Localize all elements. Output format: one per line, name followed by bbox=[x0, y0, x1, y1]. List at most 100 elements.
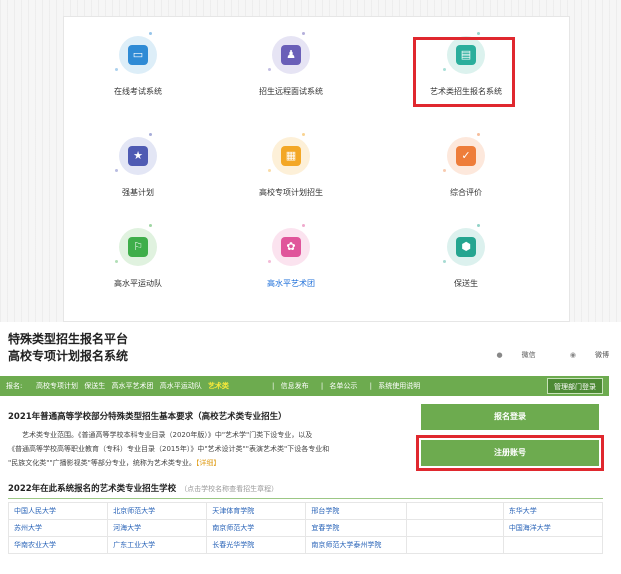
school-link[interactable]: 东华大学 bbox=[502, 502, 604, 520]
system-item-label: 招生远程面试系统 bbox=[259, 87, 323, 96]
system-item-label: 强基计划 bbox=[122, 188, 154, 197]
school-link[interactable]: 南京师范大学 bbox=[206, 519, 307, 537]
schools-divider bbox=[8, 498, 603, 499]
decor-dot bbox=[149, 224, 152, 227]
nav-links: | 信息发布 | 名单公示 | 系统使用说明 bbox=[266, 376, 424, 396]
schools-hint: （点击学校名称查看招生章程） bbox=[180, 485, 279, 493]
empty-cell bbox=[406, 519, 504, 537]
clipboard-check-icon: ✓ bbox=[443, 133, 485, 175]
table-row: 苏州大学 河海大学 南京师范大学 宜春学院 中国海洋大学 bbox=[7, 519, 604, 537]
requirements-title[interactable]: 2021年普通高等学校部分特殊类型招生基本要求（高校艺术类专业招生） bbox=[8, 410, 287, 422]
dancers-glyph: ✿ bbox=[281, 237, 301, 257]
school-link[interactable]: 中国人民大学 bbox=[7, 502, 109, 520]
school-link[interactable]: 宜春学院 bbox=[305, 519, 408, 537]
schools-title-text: 2022年在此系统报名的艺术类专业招生学校 bbox=[8, 484, 177, 494]
decor-dot bbox=[477, 32, 480, 35]
system-item-6[interactable]: ✓ 综合评价 bbox=[391, 133, 541, 217]
requirements-line3: "民族文化类""广播影视类"等部分专业，统称为艺术类专业。 bbox=[8, 459, 196, 467]
decor-dot bbox=[477, 133, 480, 136]
empty-cell bbox=[502, 536, 604, 554]
school-link[interactable]: 中国海洋大学 bbox=[502, 519, 604, 537]
nav-separator: | bbox=[272, 382, 275, 390]
interview-glyph: ♟ bbox=[281, 45, 301, 65]
school-link[interactable]: 南京师范大学泰州学院 bbox=[305, 536, 408, 554]
decor-dot bbox=[443, 169, 446, 172]
nav-separator: | bbox=[369, 382, 373, 390]
clipboard-check-glyph: ✓ bbox=[456, 146, 476, 166]
decor-dot bbox=[268, 260, 271, 263]
main-navbar: 报名: 高校专项计划 保送生 高水平艺术团 高水平运动队 艺术类 | 信息发布 … bbox=[0, 376, 609, 396]
weibo-icon: ◉ bbox=[569, 351, 576, 359]
school-link[interactable]: 北京师范大学 bbox=[107, 502, 208, 520]
badge-icon: ⬢ bbox=[443, 224, 485, 266]
system-item-label: 高水平艺术团 bbox=[267, 279, 315, 288]
shield-star-glyph: ★ bbox=[128, 146, 148, 166]
school-link[interactable]: 河海大学 bbox=[107, 519, 208, 537]
system-item-9[interactable]: ⬢ 保送生 bbox=[391, 224, 541, 308]
school-link[interactable]: 天津体育学院 bbox=[206, 502, 307, 520]
decor-dot bbox=[115, 68, 118, 71]
system-item-4[interactable]: ★ 强基计划 bbox=[63, 133, 213, 217]
apps-grid-glyph: ▦ bbox=[281, 146, 301, 166]
nav-item-baosong[interactable]: 保送生 bbox=[84, 382, 105, 390]
wechat-icon: ● bbox=[496, 351, 503, 359]
share-weibo[interactable]: ◉ 微博 bbox=[554, 351, 609, 359]
decor-dot bbox=[115, 169, 118, 172]
system-item-label: 在线考试系统 bbox=[114, 87, 162, 96]
monitor-icon: ▭ bbox=[115, 32, 157, 74]
decor-dot bbox=[149, 32, 152, 35]
share-weixin-label: 微信 bbox=[521, 351, 536, 359]
requirements-line1: 艺术类专业范围。《普通高等学校本科专业目录（2020年版）》中"艺术学"门类下设… bbox=[22, 431, 313, 439]
apps-grid-icon: ▦ bbox=[268, 133, 310, 175]
decor-dot bbox=[302, 133, 305, 136]
share-weixin[interactable]: ● 微信 bbox=[481, 351, 536, 359]
decor-dot bbox=[268, 68, 271, 71]
signup-login-button[interactable]: 报名登录 bbox=[421, 404, 599, 430]
platform-section: 特殊类型招生报名平台 高校专项计划报名系统 ● 微信 ◉ 微博 报名: 高校专项计划… bbox=[0, 322, 621, 574]
nav-link-news[interactable]: 信息发布 bbox=[281, 382, 309, 390]
schools-title: 2022年在此系统报名的艺术类专业招生学校 （点击学校名称查看招生章程） bbox=[8, 482, 278, 494]
shield-star-icon: ★ bbox=[115, 133, 157, 175]
system-item-5[interactable]: ▦ 高校专项计划招生 bbox=[216, 133, 366, 217]
platform-title-line2: 高校专项计划报名系统 bbox=[8, 349, 129, 363]
system-item-8[interactable]: ✿ 高水平艺术团 bbox=[216, 224, 366, 308]
highlight-box-art-system bbox=[413, 37, 515, 107]
nav-prefix: 报名: bbox=[6, 382, 23, 390]
system-item-label: 保送生 bbox=[454, 279, 478, 288]
decor-dot bbox=[302, 224, 305, 227]
interview-icon: ♟ bbox=[268, 32, 310, 74]
system-item-1[interactable]: ▭ 在线考试系统 bbox=[63, 32, 213, 116]
requirements-body: 艺术类专业范围。《普通高等学校本科专业目录（2020年版）》中"艺术学"门类下设… bbox=[8, 428, 398, 470]
nav-item-sports-team[interactable]: 高水平运动队 bbox=[160, 382, 202, 390]
platform-title-line1: 特殊类型招生报名平台 bbox=[8, 332, 129, 346]
nav-item-art-troupe[interactable]: 高水平艺术团 bbox=[111, 382, 153, 390]
school-link[interactable]: 苏州大学 bbox=[7, 519, 109, 537]
monitor-glyph: ▭ bbox=[128, 45, 148, 65]
dancers-icon: ✿ bbox=[268, 224, 310, 266]
schools-table: 中国人民大学 北京师范大学 天津体育学院 邢台学院 东华大学 苏州大学 河海大学 南京师范大学… bbox=[7, 502, 604, 554]
nav-item-special-plan[interactable]: 高校专项计划 bbox=[36, 382, 78, 390]
nav-register-items: 高校专项计划 保送生 高水平艺术团 高水平运动队 艺术类 bbox=[36, 376, 233, 396]
nav-link-publicity[interactable]: 名单公示 bbox=[329, 382, 357, 390]
nav-item-art-active[interactable]: 艺术类 bbox=[208, 382, 229, 390]
system-item-label: 综合评价 bbox=[450, 188, 482, 197]
requirements-line2: 《普通高等学校高等职业教育（专科）专业目录（2015年）》中"艺术设计类""表演… bbox=[8, 445, 330, 453]
school-link[interactable]: 邢台学院 bbox=[305, 502, 408, 520]
decor-dot bbox=[149, 133, 152, 136]
runner-glyph: ⚐ bbox=[128, 237, 148, 257]
school-link[interactable]: 广东工业大学 bbox=[107, 536, 208, 554]
requirements-detail-link[interactable]: 【详细】 bbox=[196, 459, 221, 467]
table-row: 华南农业大学 广东工业大学 长春光华学院 南京师范大学泰州学院 bbox=[7, 536, 604, 554]
system-item-7[interactable]: ⚐ 高水平运动队 bbox=[63, 224, 213, 308]
decor-dot bbox=[268, 169, 271, 172]
system-item-2[interactable]: ♟ 招生远程面试系统 bbox=[216, 32, 366, 116]
school-link[interactable]: 华南农业大学 bbox=[7, 536, 109, 554]
admin-login-button[interactable]: 管理部门登录 bbox=[547, 378, 603, 394]
share-weibo-label: 微博 bbox=[595, 351, 609, 359]
runner-icon: ⚐ bbox=[115, 224, 157, 266]
highlight-box-register bbox=[416, 435, 604, 471]
decor-dot bbox=[115, 260, 118, 263]
nav-link-manual[interactable]: 系统使用说明 bbox=[378, 382, 420, 390]
school-link[interactable]: 长春光华学院 bbox=[206, 536, 307, 554]
platform-title: 特殊类型招生报名平台 高校专项计划报名系统 bbox=[8, 331, 128, 365]
